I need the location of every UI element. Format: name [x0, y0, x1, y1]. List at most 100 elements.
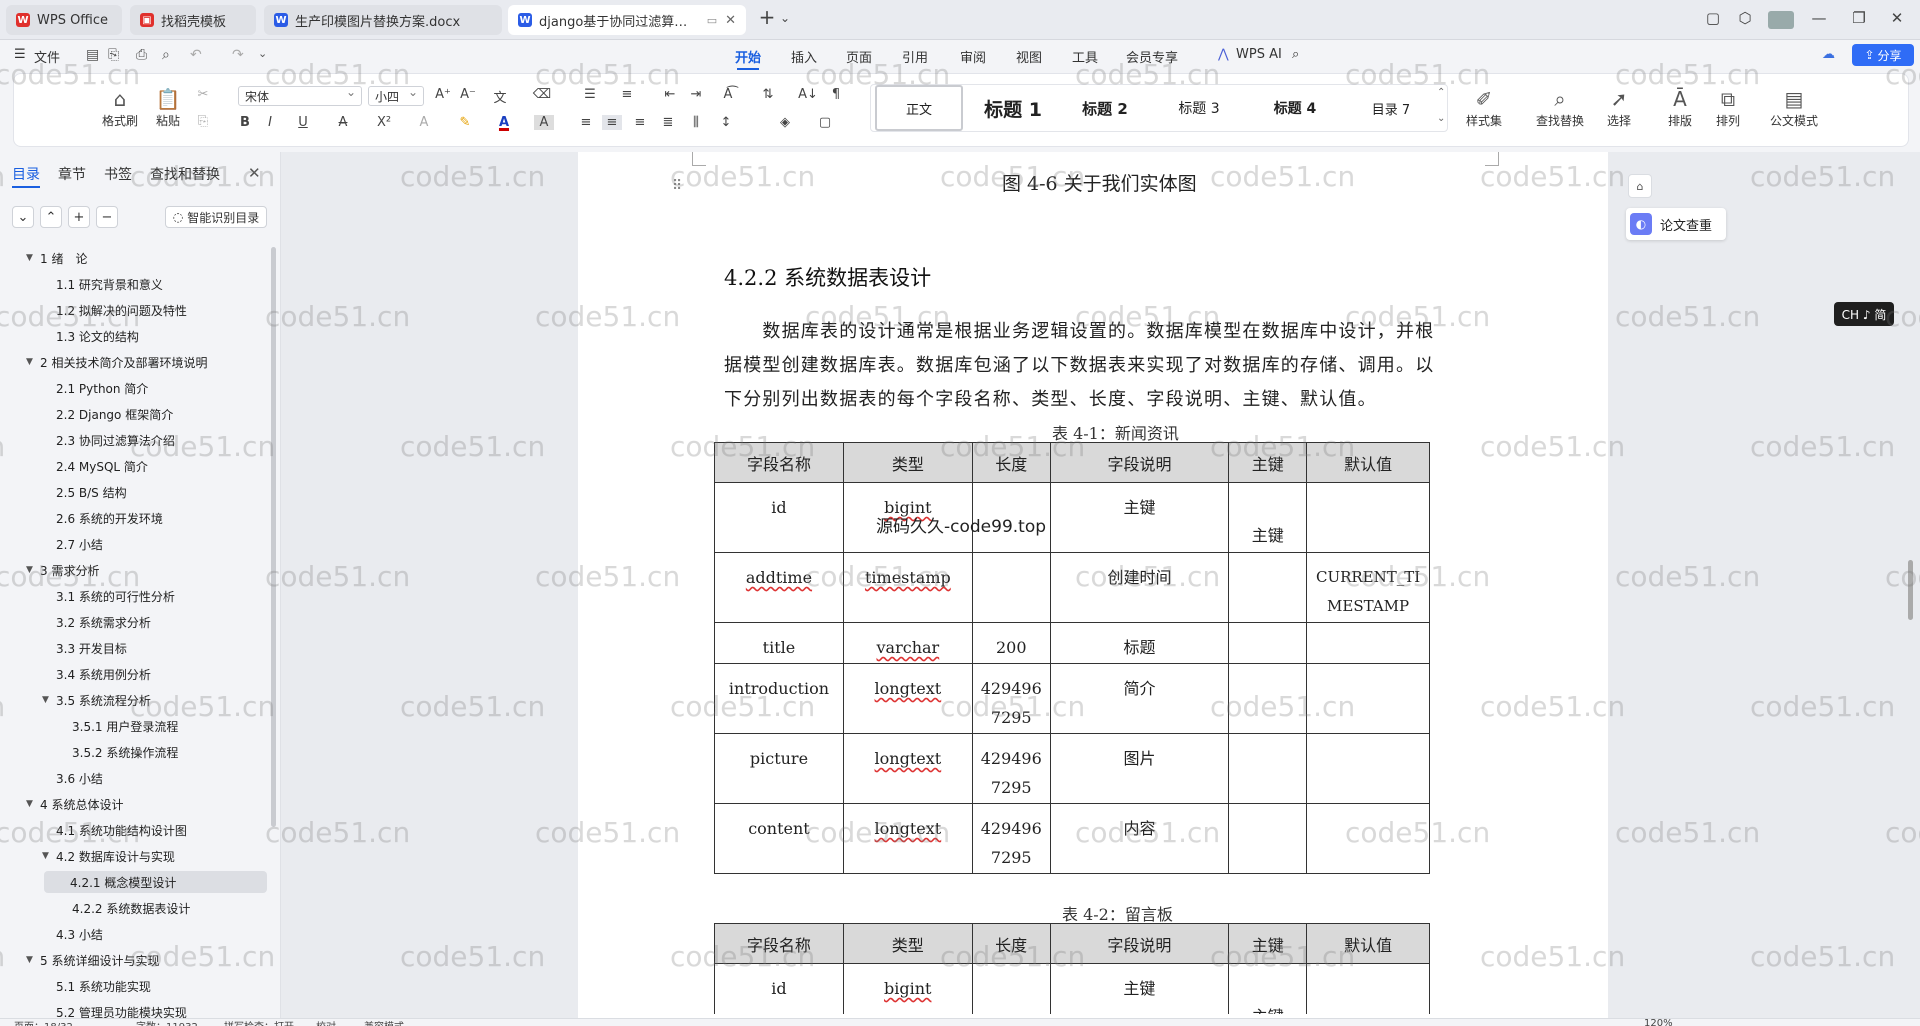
- toc-item[interactable]: 4.3 小结: [56, 923, 103, 945]
- toc-item[interactable]: 3.2 系统需求分析: [56, 611, 151, 633]
- text-direction-icon[interactable]: A͡: [718, 87, 738, 102]
- menu-file[interactable]: 文件: [34, 47, 60, 66]
- tab-chapters[interactable]: 章节: [58, 164, 86, 184]
- toc-item[interactable]: 3.5.2 系统操作流程: [72, 741, 178, 763]
- sort-az-icon[interactable]: A↓: [798, 87, 818, 102]
- cut-icon[interactable]: ✂: [193, 87, 213, 102]
- phonetic-icon[interactable]: 文: [490, 87, 510, 106]
- drag-handle-icon[interactable]: ⠿: [672, 178, 682, 194]
- input-method-indicator[interactable]: CH ♪ 简: [1834, 302, 1894, 326]
- status-zoom[interactable]: 120%: [1644, 1019, 1673, 1026]
- smart-toc-button[interactable]: ◌ 智能识别目录: [165, 206, 267, 228]
- search-icon[interactable]: ⌕: [1292, 47, 1299, 62]
- toc-item[interactable]: 3.1 系统的可行性分析: [56, 585, 175, 607]
- bold-icon[interactable]: B: [235, 115, 255, 130]
- align-center-icon[interactable]: ≡: [602, 115, 622, 130]
- style-normal[interactable]: 正文: [875, 85, 963, 131]
- italic-icon[interactable]: I: [260, 115, 280, 130]
- share-button[interactable]: ⇪ 分享: [1852, 44, 1914, 66]
- underline-icon[interactable]: U: [293, 115, 313, 130]
- maximize-icon[interactable]: ❐: [1848, 9, 1870, 27]
- tab-bookmarks[interactable]: 书签: [104, 164, 132, 184]
- highlight-icon[interactable]: ✎: [455, 115, 475, 130]
- paste-button[interactable]: 📋 粘贴: [148, 86, 188, 129]
- chevron-down-icon[interactable]: ⌄: [774, 11, 796, 25]
- status-spell[interactable]: 拼写检查：打开: [224, 1019, 294, 1026]
- select-button[interactable]: ➚ 选择: [1598, 86, 1640, 129]
- line-spacing-icon[interactable]: ↕: [716, 115, 736, 130]
- toc-item[interactable]: 2.7 小结: [56, 533, 103, 555]
- find-replace-button[interactable]: ⌕ 查找替换: [1530, 86, 1590, 129]
- hamburger-icon[interactable]: ☰: [14, 47, 26, 62]
- save-icon[interactable]: ▤: [86, 47, 99, 63]
- expand-triangle-icon[interactable]: ▼: [42, 695, 49, 705]
- remove-heading-icon[interactable]: −: [96, 206, 118, 228]
- toc-item[interactable]: 4.2.1 概念模型设计: [44, 871, 267, 893]
- superscript-icon[interactable]: X²: [374, 115, 394, 130]
- close-window-icon[interactable]: ✕: [1886, 9, 1908, 27]
- menu-tools[interactable]: 工具: [1072, 47, 1098, 66]
- justify-icon[interactable]: ≣: [658, 115, 678, 130]
- style-set-button[interactable]: ✐ 样式集: [1460, 86, 1508, 129]
- toc-item[interactable]: ▼ 4.2 数据库设计与实现: [42, 845, 175, 867]
- menu-home[interactable]: 开始: [735, 47, 761, 70]
- toc-item[interactable]: ▼ 3 需求分析: [26, 559, 99, 581]
- menu-insert[interactable]: 插入: [791, 47, 817, 66]
- grow-font-icon[interactable]: A⁺: [433, 87, 453, 102]
- pane-scrollbar[interactable]: [271, 247, 276, 827]
- toc-item[interactable]: ▼ 2 相关技术简介及部署环境说明: [26, 351, 207, 373]
- char-shading-icon[interactable]: A: [534, 115, 554, 130]
- toc-item[interactable]: 2.2 Django 框架简介: [56, 403, 173, 425]
- paper-check-button[interactable]: ◐ 论文查重: [1626, 208, 1726, 240]
- expand-triangle-icon[interactable]: ▼: [26, 253, 33, 263]
- toc-item[interactable]: 3.4 系统用例分析: [56, 663, 151, 685]
- close-pane-icon[interactable]: ✕: [248, 164, 261, 182]
- style-heading2[interactable]: 标题 2: [1061, 85, 1149, 131]
- menu-review[interactable]: 审阅: [960, 47, 986, 66]
- official-mode-button[interactable]: ▤ 公文模式: [1768, 86, 1820, 129]
- strikethrough-icon[interactable]: A: [333, 115, 353, 130]
- cube-icon[interactable]: ⬡: [1734, 9, 1756, 27]
- status-page[interactable]: 页面：18/32: [14, 1019, 73, 1026]
- export-icon[interactable]: ⎘: [108, 47, 119, 63]
- collapse-panel-icon[interactable]: ⌂: [1628, 174, 1652, 198]
- chevron-down-icon[interactable]: ⌄: [258, 47, 267, 60]
- close-tab-icon[interactable]: ✕: [717, 13, 736, 28]
- menu-view[interactable]: 视图: [1016, 47, 1042, 66]
- tab-doc-replacement[interactable]: W 生产印模图片替换方案.docx: [264, 5, 502, 35]
- style-toc7[interactable]: 目录 7: [1347, 85, 1435, 131]
- shading-icon[interactable]: ◈: [775, 115, 795, 130]
- print-icon[interactable]: ⎙: [136, 47, 147, 63]
- toc-item[interactable]: 2.5 B/S 结构: [56, 481, 127, 503]
- menu-wps-ai[interactable]: WPS AI: [1236, 47, 1282, 62]
- tab-toc[interactable]: 目录: [12, 164, 40, 188]
- bullets-icon[interactable]: ☰: [580, 87, 600, 102]
- collapse-icon[interactable]: ⌄: [12, 206, 34, 228]
- font-size-select[interactable]: 小四: [368, 85, 424, 106]
- sort-icon[interactable]: ⇅: [758, 87, 778, 102]
- border-icon[interactable]: ▢: [815, 115, 835, 130]
- screen-icon[interactable]: ▭: [707, 14, 717, 27]
- layout-button[interactable]: Ā 排版: [1660, 86, 1700, 129]
- tab-wps-office[interactable]: W WPS Office: [6, 5, 122, 35]
- toc-item[interactable]: 2.1 Python 简介: [56, 377, 148, 399]
- indent-icon[interactable]: ⇥: [686, 87, 706, 102]
- font-family-select[interactable]: 宋体: [238, 85, 362, 106]
- style-heading1[interactable]: 标题 1: [969, 85, 1057, 131]
- menu-page[interactable]: 页面: [846, 47, 872, 66]
- tab-docer[interactable]: ▣ 找稻壳模板: [130, 5, 256, 35]
- toc-item[interactable]: 1.3 论文的结构: [56, 325, 139, 347]
- font-color-icon[interactable]: A: [494, 115, 514, 130]
- toc-item[interactable]: ▼ 3.5 系统流程分析: [42, 689, 151, 711]
- clear-format-icon[interactable]: ⌫: [532, 87, 552, 102]
- undo-icon[interactable]: ↶: [190, 47, 202, 63]
- toc-item[interactable]: 4.2.2 系统数据表设计: [72, 897, 190, 919]
- expand-triangle-icon[interactable]: ▼: [42, 851, 49, 861]
- expand-triangle-icon[interactable]: ▼: [26, 357, 33, 367]
- distribute-icon[interactable]: ⫼: [686, 115, 706, 130]
- document-scrollbar[interactable]: [1908, 560, 1913, 620]
- toc-item[interactable]: 1.2 拟解决的问题及特性: [56, 299, 187, 321]
- tab-find-replace[interactable]: 查找和替换: [150, 164, 220, 184]
- print-preview-icon[interactable]: ⌕: [162, 47, 170, 63]
- align-right-icon[interactable]: ≡: [630, 115, 650, 130]
